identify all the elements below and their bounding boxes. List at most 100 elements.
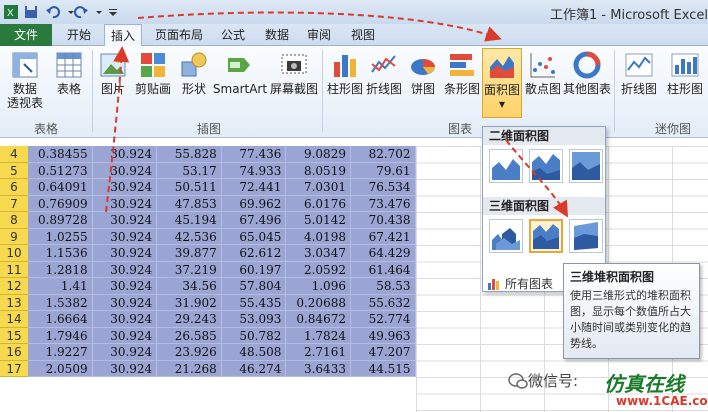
line-chart-button[interactable]: 折线图 (364, 48, 404, 118)
row-header[interactable]: 8 (0, 212, 28, 229)
cell[interactable]: 44.515 (351, 360, 416, 376)
cell[interactable]: 39.877 (157, 245, 222, 261)
stacked-area-2d-button[interactable] (529, 149, 563, 183)
cell[interactable]: 49.963 (351, 327, 416, 343)
cell[interactable]: 67.496 (222, 212, 287, 228)
cell[interactable]: 55.435 (222, 294, 287, 310)
cell[interactable]: 1.7824 (286, 327, 351, 343)
cell[interactable]: 30.924 (93, 294, 158, 310)
cell[interactable]: 50.782 (222, 327, 287, 343)
cell[interactable]: 3.6433 (286, 360, 351, 376)
cell[interactable]: 0.51273 (28, 162, 93, 178)
cell[interactable]: 60.197 (222, 261, 287, 277)
customize-toolbar-icon[interactable] (104, 3, 122, 21)
cell[interactable]: 82.702 (351, 146, 416, 162)
cell[interactable]: 65.045 (222, 228, 287, 244)
cell[interactable]: 30.924 (93, 311, 158, 327)
cell[interactable]: 79.61 (351, 162, 416, 178)
other-charts-button[interactable]: 其他图表 (562, 48, 612, 118)
cell[interactable]: 1.9227 (28, 344, 93, 360)
cell[interactable]: 30.924 (93, 360, 158, 376)
cell[interactable]: 0.89728 (28, 212, 93, 228)
row-header[interactable]: 4 (0, 146, 28, 163)
cell[interactable]: 70.438 (351, 212, 416, 228)
tab-data[interactable]: 数据 (258, 24, 296, 46)
stacked-area-3d-button[interactable] (529, 219, 563, 253)
tab-formulas[interactable]: 公式 (214, 24, 252, 46)
row-header[interactable]: 17 (0, 360, 28, 377)
cell[interactable]: 62.612 (222, 245, 287, 261)
cell[interactable]: 67.421 (351, 228, 416, 244)
tab-file[interactable]: 文件 (0, 24, 52, 46)
row-header[interactable]: 9 (0, 228, 28, 245)
cell[interactable]: 74.933 (222, 162, 287, 178)
cell[interactable]: 4.0198 (286, 228, 351, 244)
save-icon[interactable] (22, 3, 40, 21)
clipart-button[interactable]: 剪贴画 (132, 48, 174, 118)
sparkline-column-button[interactable]: 柱形图 (662, 48, 708, 118)
percent-stacked-area-2d-button[interactable] (569, 149, 603, 183)
smartart-button[interactable]: SmartArt (212, 48, 268, 118)
percent-stacked-area-3d-button[interactable] (569, 219, 603, 253)
cell[interactable]: 8.0519 (286, 162, 351, 178)
cell[interactable]: 23.926 (157, 344, 222, 360)
redo-icon[interactable] (72, 3, 90, 21)
tab-home[interactable]: 开始 (56, 24, 102, 46)
cell[interactable]: 1.5382 (28, 294, 93, 310)
all-chart-types-link[interactable]: 所有图表 (487, 275, 553, 292)
cell[interactable]: 5.0142 (286, 212, 351, 228)
cell[interactable]: 7.0301 (286, 179, 351, 195)
cell[interactable]: 30.924 (93, 228, 158, 244)
scatter-chart-button[interactable]: 散点图 (524, 48, 562, 118)
row-header[interactable]: 15 (0, 327, 28, 344)
cell[interactable]: 61.464 (351, 261, 416, 277)
tab-insert[interactable]: 插入 (104, 24, 142, 47)
row-header[interactable]: 12 (0, 278, 28, 295)
selected-range[interactable]: 0.38455 30.924 55.828 77.436 9.0829 82.702 0.5… (28, 146, 416, 377)
row-header[interactable]: 7 (0, 195, 28, 212)
row-header[interactable]: 10 (0, 245, 28, 262)
cell[interactable]: 1.6664 (28, 311, 93, 327)
cell[interactable]: 30.924 (93, 327, 158, 343)
cell[interactable]: 30.924 (93, 179, 158, 195)
cell[interactable]: 77.436 (222, 146, 287, 162)
cell[interactable]: 55.828 (157, 146, 222, 162)
area-chart-button[interactable]: 面积图 ▾ (482, 48, 522, 118)
shapes-button[interactable]: 形状 (176, 48, 212, 118)
cell[interactable]: 46.274 (222, 360, 287, 376)
row-header[interactable]: 16 (0, 344, 28, 361)
cell[interactable]: 76.534 (351, 179, 416, 195)
cell[interactable]: 30.924 (93, 278, 158, 294)
cell[interactable]: 37.219 (157, 261, 222, 277)
cell[interactable]: 2.0592 (286, 261, 351, 277)
tab-page-layout[interactable]: 页面布局 (148, 24, 210, 46)
cell[interactable]: 50.511 (157, 179, 222, 195)
cell[interactable]: 30.924 (93, 146, 158, 162)
cell[interactable]: 0.76909 (28, 195, 93, 211)
cell[interactable]: 1.096 (286, 278, 351, 294)
cell[interactable]: 1.2818 (28, 261, 93, 277)
cell[interactable]: 72.441 (222, 179, 287, 195)
cell[interactable]: 53.17 (157, 162, 222, 178)
undo-icon[interactable] (44, 3, 62, 21)
area-2d-button[interactable] (489, 149, 523, 183)
tab-review[interactable]: 审阅 (300, 24, 338, 46)
cell[interactable]: 55.632 (351, 294, 416, 310)
cell[interactable]: 30.924 (93, 195, 158, 211)
row-header[interactable]: 11 (0, 261, 28, 278)
pivot-table-button[interactable]: 数据 透视表 (2, 48, 48, 118)
cell[interactable]: 57.804 (222, 278, 287, 294)
row-header[interactable]: 5 (0, 162, 28, 179)
cell[interactable]: 30.924 (93, 344, 158, 360)
cell[interactable]: 0.64091 (28, 179, 93, 195)
cell[interactable]: 64.429 (351, 245, 416, 261)
row-header[interactable]: 6 (0, 179, 28, 196)
cell[interactable]: 0.38455 (28, 146, 93, 162)
cell[interactable]: 52.774 (351, 311, 416, 327)
cell[interactable]: 29.243 (157, 311, 222, 327)
cell[interactable]: 1.0255 (28, 228, 93, 244)
cell[interactable]: 1.7946 (28, 327, 93, 343)
cell[interactable]: 1.1536 (28, 245, 93, 261)
cell[interactable]: 2.0509 (28, 360, 93, 376)
cell[interactable]: 73.476 (351, 195, 416, 211)
